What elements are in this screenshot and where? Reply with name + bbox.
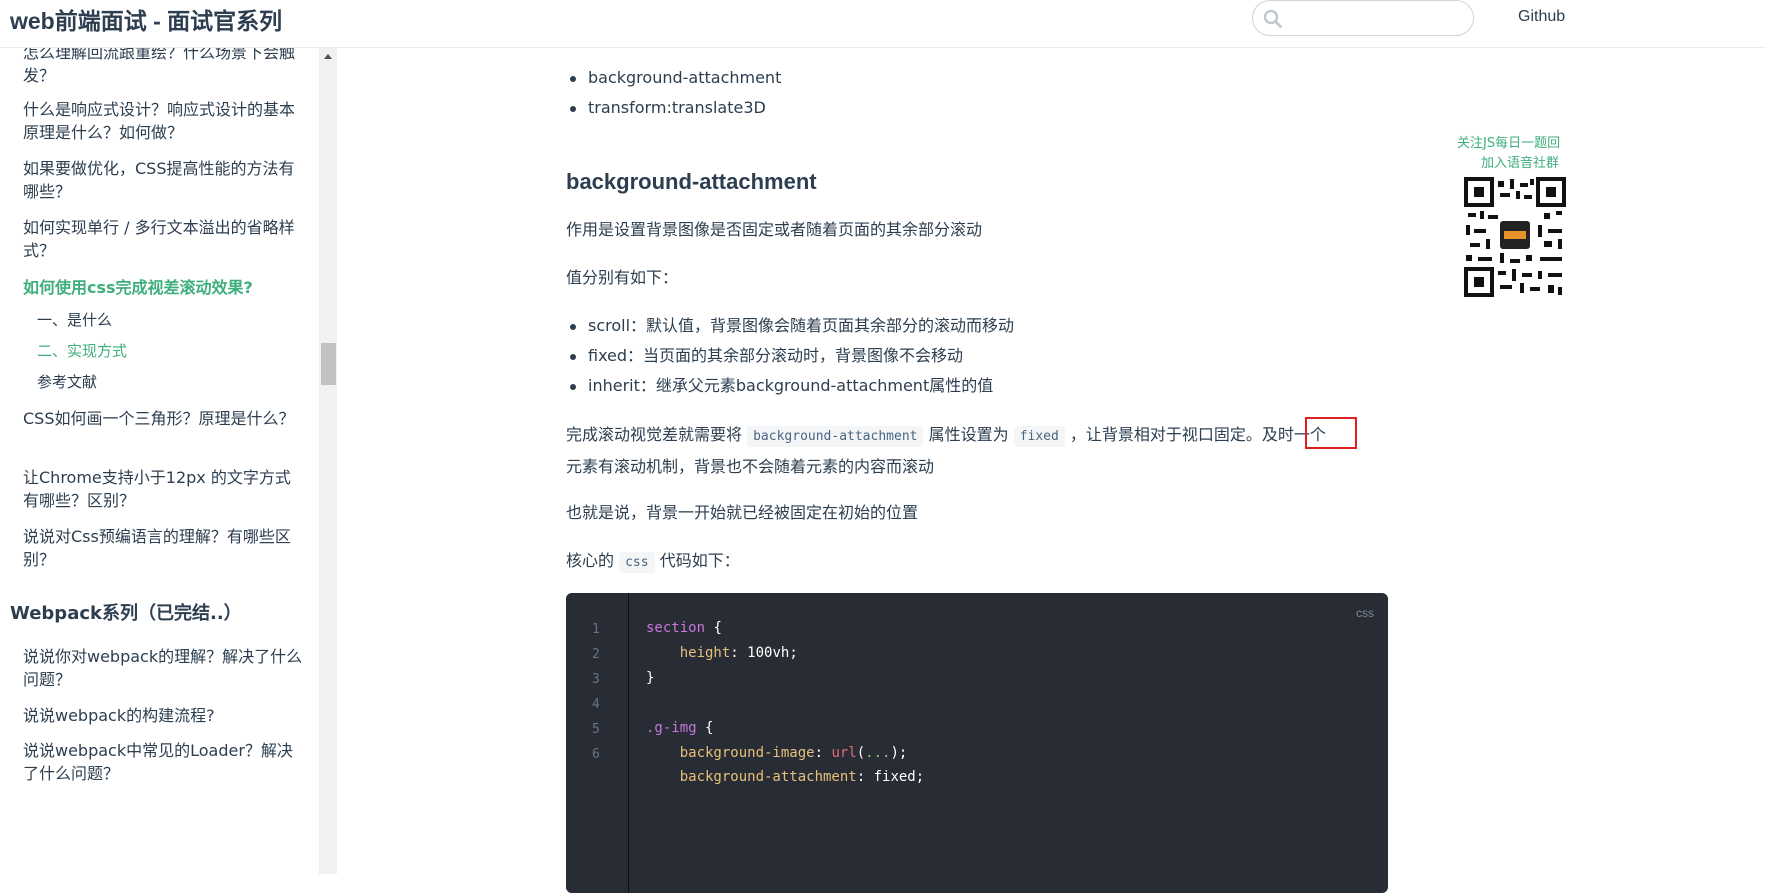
text: 代码如下： — [659, 551, 740, 570]
paragraph: 作用是设置背景图像是否固定或者随着页面的其余部分滚动 — [566, 220, 983, 239]
sidebar-scrollbar[interactable] — [320, 48, 337, 874]
scroll-up-arrow-icon[interactable] — [324, 54, 332, 59]
paragraph: 完成滚动视觉差就需要将 background-attachment 属性设置为 … — [566, 420, 1396, 482]
code-line: .g-img { — [646, 720, 713, 736]
sidebar: 怎么理解回流跟重绘？什么场景下会触发？ 什么是响应式设计？响应式设计的基本原理是… — [0, 48, 320, 874]
paragraph: 核心的 css 代码如下： — [566, 546, 1396, 578]
code-function: url — [831, 745, 857, 761]
code-property: background-attachment — [679, 769, 857, 785]
sidebar-item-chrome-small-font[interactable]: 让Chrome支持小于12px 的文字方式有哪些？区别？ — [23, 466, 303, 512]
text: ，让背景相对于视口固定。及时一个 — [1069, 425, 1326, 444]
code-selector: section — [646, 620, 706, 636]
line-number: 4 — [592, 697, 600, 712]
code-value: fixed — [873, 769, 916, 785]
ad-text-line1[interactable]: 关注JS每日一题回 — [1457, 132, 1560, 151]
sidebar-group-webpack[interactable]: Webpack系列（已完结..） — [10, 601, 242, 627]
inline-code: background-attachment — [747, 426, 924, 447]
code-property: height — [679, 645, 731, 661]
code-line: background-attachment: fixed; — [679, 769, 925, 785]
code-line: } — [646, 670, 655, 686]
sidebar-item-responsive-design[interactable]: 什么是响应式设计？响应式设计的基本原理是什么？如何做？ — [23, 98, 303, 144]
list-item: scroll：默认值，背景图像会随着页面其余部分的滚动而移动 — [569, 314, 1014, 338]
paragraph: 值分别有如下： — [566, 268, 679, 287]
list-item: transform:translate3D — [570, 96, 766, 120]
sidebar-item-css-preprocessor[interactable]: 说说对Css预编语言的理解？有哪些区别？ — [23, 525, 303, 571]
sidebar-subitem-what[interactable]: 一、是什么 — [37, 309, 112, 331]
sidebar-subitem-references[interactable]: 参考文献 — [37, 371, 97, 393]
code-selector: .g-img — [646, 720, 697, 736]
line-number: 1 — [592, 622, 600, 637]
sidebar-item-reflow-repaint[interactable]: 怎么理解回流跟重绘？什么场景下会触发？ — [23, 48, 303, 87]
qr-code-image[interactable] — [1464, 177, 1566, 297]
sidebar-item-webpack-build[interactable]: 说说webpack的构建流程? — [23, 704, 303, 727]
code-punct: { — [696, 720, 714, 736]
list-item: fixed：当页面的其余部分滚动时，背景图像不会移动 — [569, 344, 963, 368]
code-block: 1 2 3 4 5 6 css section { height: 100vh;… — [566, 593, 1388, 893]
sidebar-item-parallax-scroll[interactable]: 如何使用css完成视差滚动效果? — [23, 276, 303, 299]
ad-text-line2[interactable]: 加入语音社群 — [1481, 152, 1559, 171]
nav-link-github[interactable]: Github — [1518, 8, 1565, 26]
code-line: background-image: url(...); — [679, 745, 908, 761]
code-punct: { — [705, 620, 722, 636]
sidebar-item-webpack-understanding[interactable]: 说说你对webpack的理解？解决了什么问题？ — [23, 645, 303, 691]
list-item: background-attachment — [569, 66, 781, 90]
line-number: 5 — [592, 722, 600, 737]
code-line: section { — [646, 620, 722, 636]
highlight-annotation-box — [1305, 417, 1357, 449]
code-argument: ... — [865, 745, 891, 761]
site-title[interactable]: web前端面试 - 面试官系列 — [10, 4, 282, 38]
search-box[interactable] — [1252, 0, 1474, 36]
sidebar-item-css-triangle[interactable]: CSS如何画一个三角形？原理是什么？ — [23, 407, 303, 430]
paragraph: 也就是说，背景一开始就已经被固定在初始的位置 — [566, 503, 919, 522]
code-language-label: css — [1356, 606, 1374, 620]
sidebar-item-css-performance[interactable]: 如果要做优化，CSS提高性能的方法有哪些？ — [23, 157, 303, 203]
text: 核心的 — [566, 551, 615, 570]
sidebar-subitem-implementation[interactable]: 二、实现方式 — [37, 340, 127, 362]
line-number: 6 — [592, 747, 600, 762]
text: 元素有滚动机制，背景也不会随着元素的内容而滚动 — [566, 457, 935, 476]
inline-code: css — [619, 552, 655, 573]
search-input[interactable] — [1289, 7, 1463, 31]
sidebar-item-text-ellipsis[interactable]: 如何实现单行 / 多行文本溢出的省略样式？ — [23, 216, 303, 262]
line-number-gutter: 1 2 3 4 5 6 — [566, 593, 629, 893]
scrollbar-thumb[interactable] — [321, 343, 336, 385]
sidebar-item-webpack-loader[interactable]: 说说webpack中常见的Loader？解决了什么问题？ — [23, 739, 303, 785]
text: 完成滚动视觉差就需要将 — [566, 425, 743, 444]
inline-code: fixed — [1013, 426, 1065, 447]
code-property: background-image — [679, 745, 815, 761]
section-heading: background-attachment — [566, 169, 817, 194]
search-icon — [1263, 9, 1282, 28]
line-number: 2 — [592, 647, 600, 662]
line-number: 3 — [592, 672, 600, 687]
text: 属性设置为 — [928, 425, 1009, 444]
list-item: inherit：继承父元素background-attachment属性的值 — [569, 374, 993, 398]
code-line: height: 100vh; — [679, 645, 798, 661]
navbar: web前端面试 - 面试官系列 Github — [0, 0, 1766, 48]
code-value: 100vh — [747, 645, 790, 661]
